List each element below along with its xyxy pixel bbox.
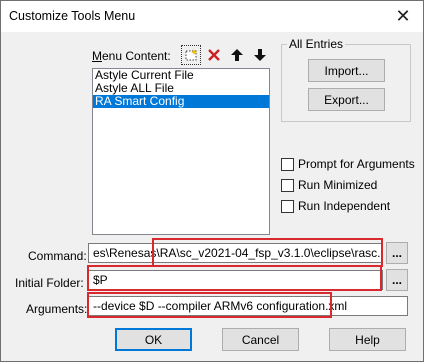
initial-folder-browse-button[interactable]: ...	[386, 269, 408, 291]
move-up-icon	[231, 49, 243, 61]
initial-folder-label: Initial Folder:	[15, 276, 84, 290]
ok-button[interactable]: OK	[115, 328, 192, 351]
close-button[interactable]: ✕	[383, 1, 423, 32]
list-item-selected[interactable]: RA Smart Config	[93, 95, 269, 108]
export-button[interactable]: Export...	[308, 88, 385, 111]
move-down-icon	[254, 49, 266, 61]
run-independent-label: Run Independent	[298, 199, 391, 213]
move-down-button[interactable]	[250, 45, 270, 65]
new-item-button[interactable]	[181, 45, 201, 65]
run-minimized-checkbox[interactable]	[281, 179, 294, 192]
command-label: Command:	[28, 249, 87, 263]
delete-item-button[interactable]	[204, 45, 224, 65]
menu-content-list[interactable]: Astyle Current File Astyle ALL File RA S…	[92, 68, 270, 235]
initial-folder-highlight-box	[87, 265, 382, 291]
run-independent-checkbox[interactable]	[281, 200, 294, 213]
new-item-icon	[185, 49, 197, 61]
all-entries-title: All Entries	[287, 37, 346, 51]
customize-tools-dialog: Customize Tools Menu ✕ Menu Content: Ast…	[0, 0, 424, 362]
menu-content-label: Menu Content:	[92, 49, 171, 63]
prompt-arguments-checkbox[interactable]	[281, 158, 294, 171]
arguments-label: Arguments:	[26, 302, 88, 316]
prompt-arguments-label: Prompt for Arguments	[298, 157, 415, 171]
import-button[interactable]: Import...	[308, 59, 385, 82]
close-icon: ✕	[395, 6, 411, 26]
dialog-title: Customize Tools Menu	[9, 9, 136, 23]
help-button[interactable]: Help	[329, 328, 406, 351]
title-bar: Customize Tools Menu ✕	[1, 1, 423, 32]
move-up-button[interactable]	[227, 45, 247, 65]
cancel-button[interactable]: Cancel	[222, 328, 299, 351]
delete-icon	[208, 49, 220, 61]
arguments-highlight-box	[87, 292, 332, 318]
command-highlight-box	[152, 238, 383, 267]
run-minimized-label: Run Minimized	[298, 178, 378, 192]
command-browse-button[interactable]: ...	[386, 242, 408, 264]
